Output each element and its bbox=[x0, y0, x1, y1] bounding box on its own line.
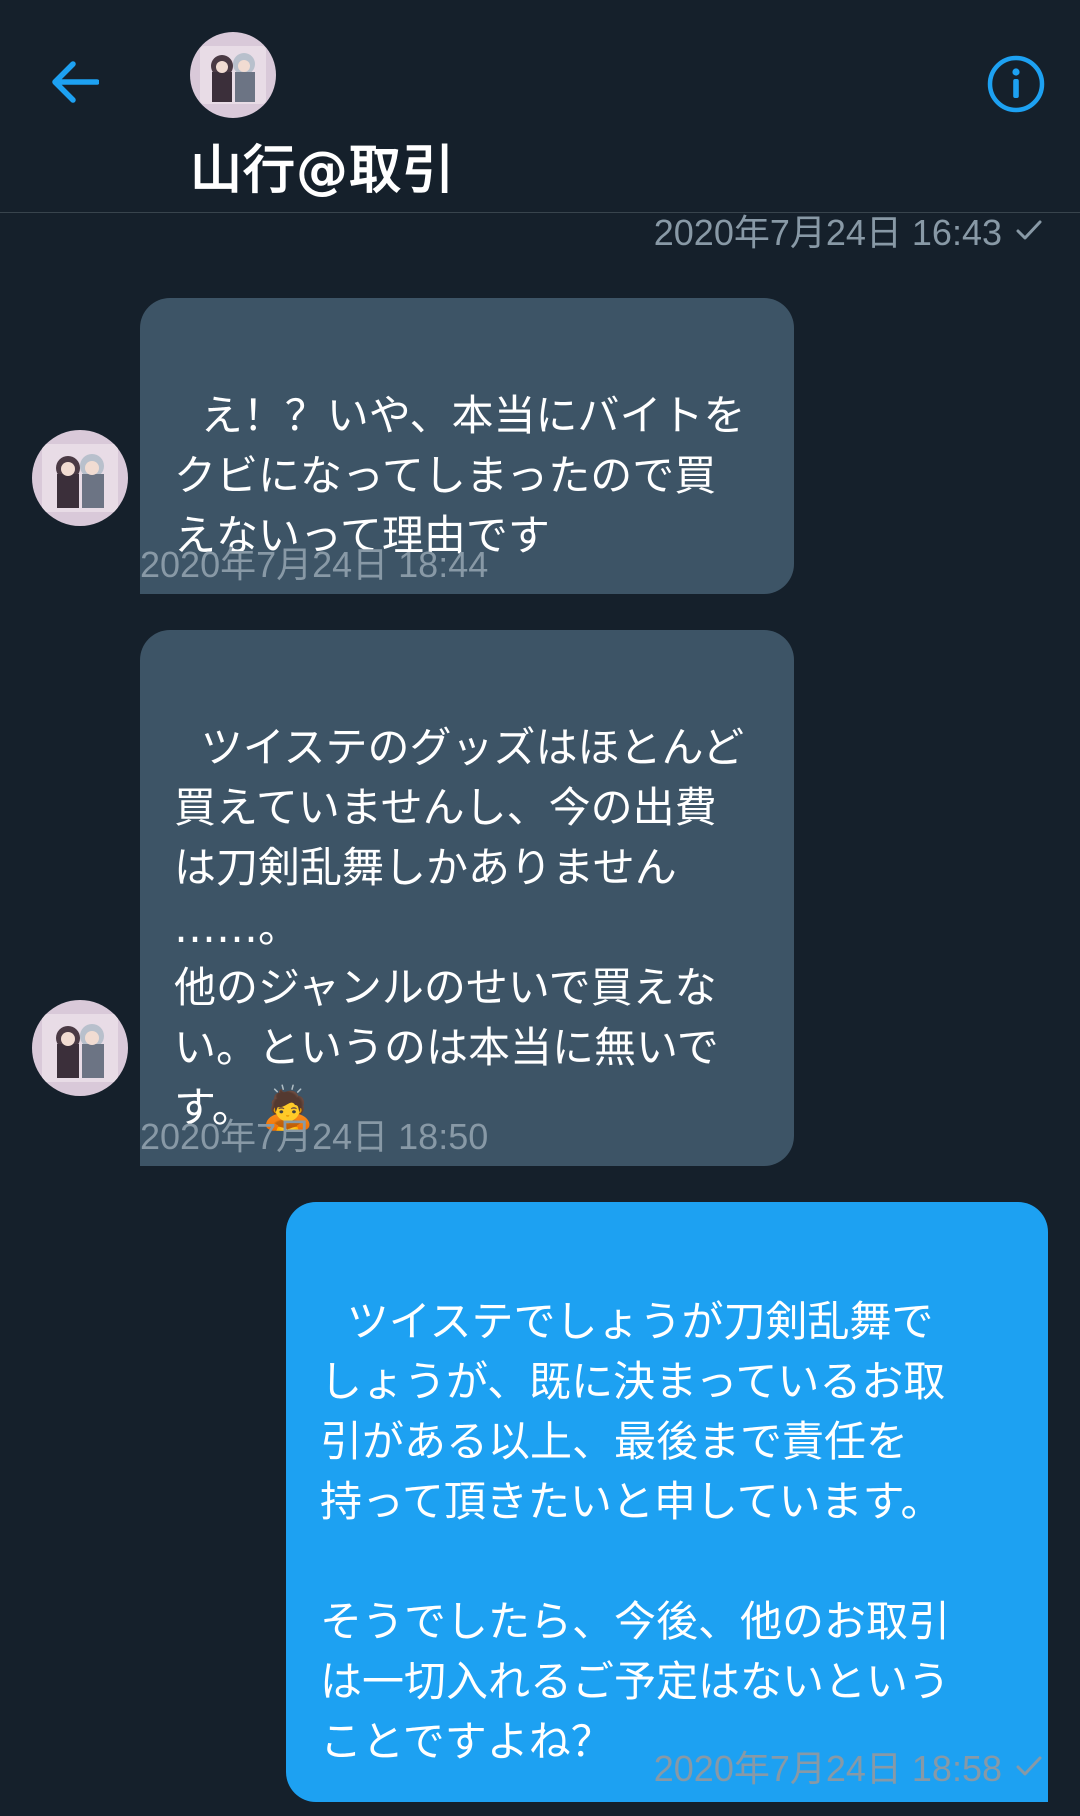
contact-avatar[interactable] bbox=[190, 32, 276, 118]
info-icon bbox=[987, 55, 1045, 113]
sender-avatar[interactable] bbox=[32, 1000, 128, 1096]
sender-avatar[interactable] bbox=[32, 430, 128, 526]
message-timestamp: 2020年7月24日 18:58 bbox=[560, 1740, 1042, 1792]
conversation-header: 山行@取引 bbox=[0, 0, 1080, 213]
message-timestamp: 2020年7月24日 18:50 bbox=[140, 1116, 489, 1157]
arrow-left-icon bbox=[52, 61, 99, 103]
outgoing-message-bubble[interactable]: ツイステでしょうが刀剣乱舞で しょうが、既に決まっているお取 引がある以上、最後… bbox=[286, 1202, 1048, 1802]
contact-name[interactable]: 山行@取引 bbox=[190, 128, 455, 203]
timestamp-text: 2020年7月24日 18:58 bbox=[653, 1748, 1002, 1789]
conversation-info-button[interactable] bbox=[984, 52, 1048, 116]
back-button[interactable] bbox=[44, 52, 104, 112]
message-text: ツイステでしょうが刀剣乱舞で しょうが、既に決まっているお取 引がある以上、最後… bbox=[320, 1297, 951, 1766]
incoming-message-bubble[interactable]: ツイステのグッズはほとんど 買えていませんし、今の出費 は刀剣乱舞しかありません… bbox=[140, 630, 794, 1166]
timestamp-text: 2020年7月24日 16:43 bbox=[653, 212, 1002, 253]
read-check-icon bbox=[1016, 1756, 1042, 1776]
message-timestamp: 2020年7月24日 16:43 bbox=[600, 204, 1042, 256]
message-text: ツイステのグッズはほとんど 買えていませんし、今の出費 は刀剣乱舞しかありません… bbox=[174, 723, 745, 1132]
message-text: え！？いや、本当にバイトを クビになってしまったので買 えないって理由です bbox=[174, 391, 746, 560]
message-timestamp: 2020年7月24日 18:44 bbox=[140, 544, 489, 585]
read-check-icon bbox=[1016, 220, 1042, 240]
